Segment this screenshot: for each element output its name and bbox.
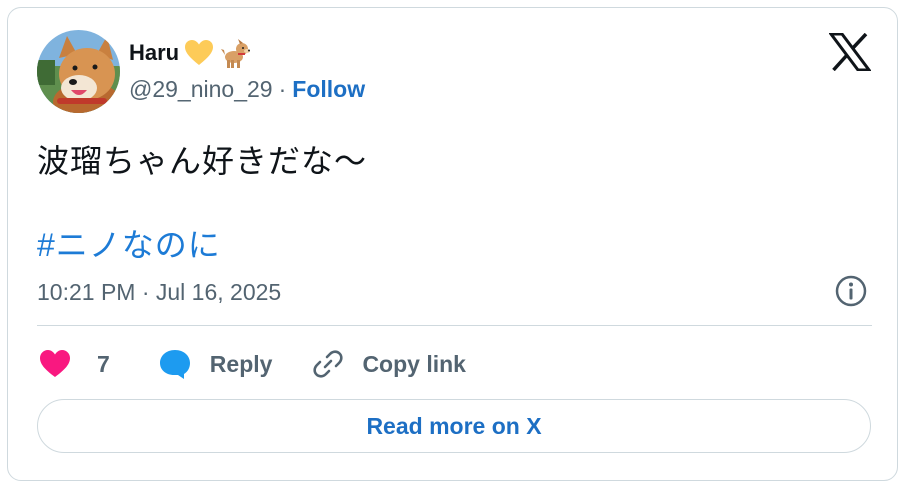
yellow-heart-icon — [183, 37, 215, 69]
avatar-image — [37, 30, 120, 113]
display-name[interactable]: Haru — [129, 40, 179, 66]
like-count: 7 — [97, 350, 110, 377]
tweet-timestamp[interactable]: 10:21 PM · Jul 16, 2025 — [37, 279, 281, 306]
reply-button[interactable]: Reply — [158, 348, 273, 380]
copy-link-button[interactable]: Copy link — [312, 348, 466, 380]
hashtag-link[interactable]: #ニノなのに — [37, 220, 221, 266]
name-row[interactable]: Haru — [129, 36, 251, 70]
user-handle[interactable]: @29_nino_29 — [129, 76, 273, 103]
link-icon — [313, 350, 344, 378]
dog-icon — [219, 37, 251, 69]
info-icon[interactable] — [834, 274, 868, 308]
reply-bubble-icon — [159, 350, 190, 379]
read-more-button[interactable]: Read more on X — [37, 399, 871, 453]
separator-dot: · — [278, 76, 287, 102]
reply-label: Reply — [209, 350, 273, 377]
action-bar: 7 Reply Copy link — [39, 342, 466, 386]
handle-row: @29_nino_29 · Follow — [129, 76, 365, 103]
tweet-text: 波瑠ちゃん好きだな〜 — [37, 143, 368, 179]
like-button[interactable]: 7 — [39, 349, 110, 379]
x-logo-icon[interactable] — [828, 32, 872, 72]
tweet-card: Haru @29_nino_29 · Follow 波瑠ちゃん好きだな〜 #ニノ… — [7, 7, 898, 481]
heart-icon — [40, 350, 70, 377]
copy-link-label: Copy link — [362, 350, 466, 377]
avatar[interactable] — [37, 30, 120, 113]
follow-button[interactable]: Follow — [292, 76, 365, 103]
divider — [37, 325, 872, 326]
